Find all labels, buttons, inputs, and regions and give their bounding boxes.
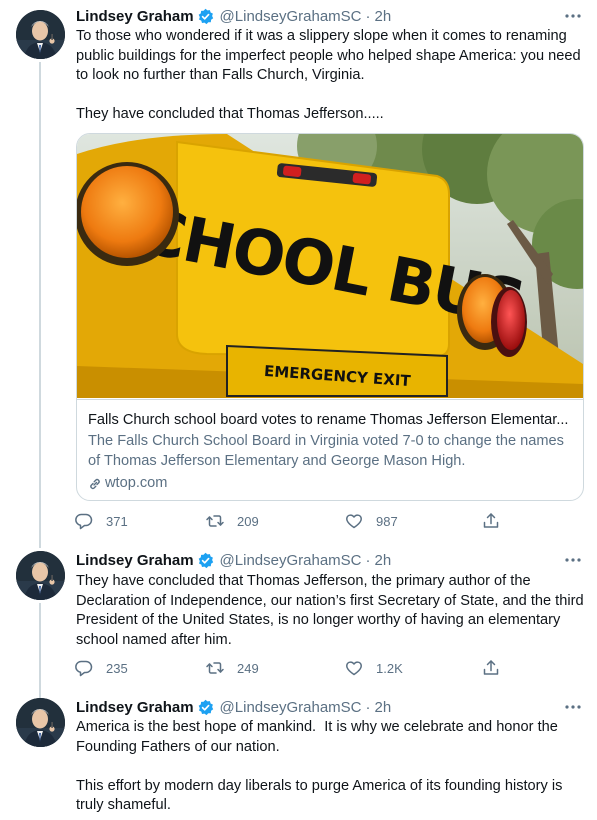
separator-dot: · (365, 698, 371, 716)
retweet-button[interactable]: 249 (205, 658, 259, 678)
link-card[interactable]: SCHOOL BUS EMERGENCY EXIT Falls Church s… (76, 133, 584, 501)
reply-count: 371 (106, 513, 128, 529)
thread-line (39, 690, 41, 698)
author-handle[interactable]: @LindseyGrahamSC (220, 552, 362, 569)
tweet-header: Lindsey Graham @LindseyGrahamSC · 2h (76, 697, 391, 717)
retweet-count: 249 (237, 660, 259, 676)
more-dots-icon[interactable] (563, 697, 583, 717)
reply-icon (75, 513, 93, 530)
card-description: The Falls Church School Board in Virgini… (88, 433, 564, 469)
tweet-time[interactable]: 2h (375, 699, 392, 716)
like-button[interactable]: 987 (344, 511, 398, 531)
author-handle[interactable]: @LindseyGrahamSC (220, 8, 362, 25)
like-count: 1.2K (376, 660, 403, 676)
retweet-button[interactable]: 209 (205, 511, 259, 531)
like-button[interactable]: 1.2K (344, 658, 403, 678)
avatar[interactable] (16, 10, 65, 59)
retweet-icon (206, 515, 224, 527)
author-handle[interactable]: @LindseyGrahamSC (220, 699, 362, 716)
tweet-actions: 371 209 987 (74, 511, 504, 531)
like-icon (346, 514, 362, 529)
tweet-time[interactable]: 2h (375, 552, 392, 569)
reply-button[interactable]: 235 (74, 658, 128, 678)
tweet-2[interactable]: Lindsey Graham @LindseyGrahamSC · 2h The… (0, 545, 597, 693)
share-button[interactable] (481, 511, 513, 531)
reply-count: 235 (106, 660, 128, 676)
tweet-1[interactable]: Lindsey Graham @LindseyGrahamSC · 2h To … (0, 0, 597, 548)
share-icon (483, 660, 499, 675)
tweet-time[interactable]: 2h (375, 8, 392, 25)
tweet-header: Lindsey Graham @LindseyGrahamSC · 2h (76, 550, 391, 570)
tweet-3[interactable]: Lindsey Graham @LindseyGrahamSC · 2h Ame… (0, 690, 597, 820)
verified-badge-icon (197, 551, 214, 569)
tweet-text: To those who wondered if it was a slippe… (76, 27, 586, 125)
like-count: 987 (376, 513, 398, 529)
share-button[interactable] (481, 658, 513, 678)
thread-line (39, 603, 41, 693)
reply-button[interactable]: 371 (74, 511, 128, 531)
author-name[interactable]: Lindsey Graham (76, 8, 194, 25)
card-body[interactable]: Falls Church school board votes to renam… (77, 399, 583, 500)
tweet-text: America is the best hope of mankind. It … (76, 718, 586, 816)
reply-icon (75, 660, 93, 677)
avatar[interactable] (16, 551, 65, 600)
tweet-paragraph: To those who wondered if it was a slippe… (76, 28, 585, 83)
tweet-paragraph: They have concluded that Thomas Jefferso… (76, 573, 588, 648)
avatar[interactable] (16, 698, 65, 747)
card-domain[interactable]: wtop.com (88, 474, 167, 493)
link-icon (90, 478, 100, 489)
more-dots-icon[interactable] (563, 6, 583, 26)
tweet-text: They have concluded that Thomas Jefferso… (76, 572, 586, 650)
tweet-header: Lindsey Graham @LindseyGrahamSC · 2h (76, 6, 391, 26)
retweet-icon (206, 662, 224, 674)
separator-dot: · (365, 551, 371, 569)
tweet-paragraph: This effort by modern day liberals to pu… (76, 777, 567, 814)
separator-dot: · (365, 7, 371, 25)
more-dots-icon[interactable] (563, 550, 583, 570)
card-domain-text: wtop.com (105, 475, 168, 491)
share-icon (483, 513, 499, 528)
tweet-paragraph: America is the best hope of mankind. It … (76, 719, 562, 755)
retweet-count: 209 (237, 513, 259, 529)
tweet-actions: 235 249 1.2K (74, 658, 504, 678)
card-title[interactable]: Falls Church school board votes to renam… (88, 411, 572, 430)
author-name[interactable]: Lindsey Graham (76, 699, 194, 716)
thread-line (39, 62, 41, 548)
author-name[interactable]: Lindsey Graham (76, 552, 194, 569)
like-icon (346, 661, 362, 676)
tweet-paragraph: They have concluded that Thomas Jefferso… (76, 106, 384, 122)
verified-badge-icon (197, 7, 214, 25)
card-image[interactable]: SCHOOL BUS EMERGENCY EXIT (77, 134, 583, 398)
verified-badge-icon (197, 698, 214, 716)
